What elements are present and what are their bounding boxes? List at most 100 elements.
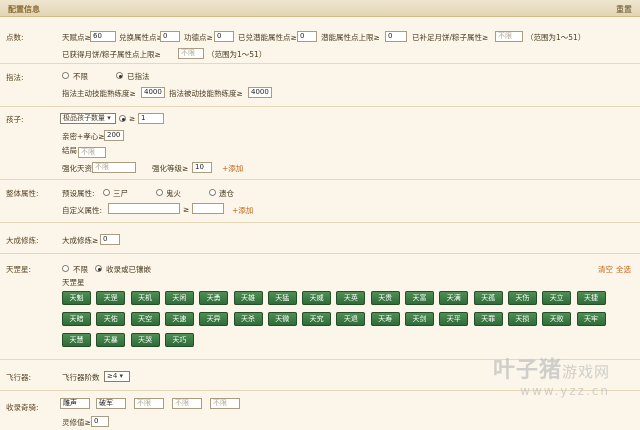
star-button[interactable]: 天剑 (405, 312, 434, 326)
xinfa-any-radio[interactable] (62, 72, 69, 79)
watermark: 叶子猪游戏网 www.yzz.cn (493, 352, 610, 398)
star-button[interactable]: 天捷 (576, 291, 606, 305)
xinfa-any-label: 不限 (73, 72, 88, 81)
tiangang-sub-label: 天罡星 (62, 278, 85, 287)
aircraft-select[interactable]: ≥4 ▾ (104, 371, 130, 382)
dacheng-input[interactable]: 0 (100, 234, 120, 245)
star-button[interactable]: 天勇 (199, 291, 229, 305)
star-button[interactable]: 天魁 (62, 291, 91, 305)
star-button[interactable]: 天败 (542, 312, 572, 326)
child-fav-input[interactable]: 200 (104, 130, 124, 141)
collection-slot-2[interactable]: 破军 (96, 398, 126, 409)
tiangang-all-link[interactable]: 全选 (616, 264, 631, 275)
child-count-input[interactable]: 1 (138, 113, 164, 124)
child-type-select[interactable]: 极品孩子数量 ▾ (60, 113, 116, 124)
potential-cap-label: 潜能属性点上限≥ (321, 33, 380, 42)
child-ending-input[interactable]: 不限 (78, 147, 106, 158)
tiangang-label: 天罡星: (6, 265, 32, 274)
star-button[interactable]: 天罡 (96, 291, 126, 305)
star-button[interactable]: 天暗 (62, 312, 91, 326)
preset-opt2-radio[interactable] (156, 189, 163, 196)
dacheng-label: 大成修炼: (6, 236, 39, 245)
star-button[interactable]: 天速 (164, 312, 194, 326)
custom-attr-input[interactable] (108, 203, 180, 214)
star-button[interactable]: 天牢 (576, 312, 606, 326)
star-button[interactable]: 天慧 (62, 333, 91, 347)
preset-opt3-radio[interactable] (209, 189, 216, 196)
mooncake-label: 已补足月饼/粽子属性≥ (412, 33, 489, 42)
collection-slot-1[interactable]: 雕声 (60, 398, 90, 409)
xinfa-section: 指法: 不限 已指法 指法主动技能熟练度≥ 4000 指法被动技能熟练度≥ 40… (0, 65, 640, 107)
lingxiu-input[interactable]: 0 (91, 416, 109, 427)
star-button[interactable]: 天哭 (130, 333, 160, 347)
overall-add-link[interactable]: +添加 (232, 205, 253, 216)
custom-ge-sign: ≥ (183, 205, 190, 214)
xinfa-passive-input[interactable]: 4000 (248, 87, 272, 98)
child-level-input[interactable]: 10 (192, 162, 212, 173)
overall-preset-label: 预设属性: (62, 189, 95, 198)
star-button[interactable]: 天雄 (233, 291, 263, 305)
star-button[interactable]: 天猛 (267, 291, 297, 305)
star-button[interactable]: 天平 (439, 312, 469, 326)
star-button[interactable]: 天威 (302, 291, 332, 305)
star-button[interactable]: 天微 (267, 312, 297, 326)
star-button[interactable]: 天满 (439, 291, 469, 305)
potential-cap-input[interactable]: 0 (385, 31, 407, 42)
custom-value-input[interactable] (192, 203, 224, 214)
star-button[interactable]: 天佑 (96, 312, 126, 326)
watermark-url: www.yzz.cn (520, 384, 610, 398)
star-button[interactable]: 天空 (130, 312, 160, 326)
points-label: 点数: (6, 33, 24, 42)
collection-slot-5[interactable]: 不限 (210, 398, 240, 409)
tiangang-any-radio[interactable] (62, 265, 69, 272)
tiangang-collected-radio[interactable] (95, 265, 102, 272)
star-button[interactable]: 天退 (336, 312, 366, 326)
reset-button[interactable]: 重置 (616, 4, 632, 15)
star-button[interactable]: 天巧 (164, 333, 194, 347)
skill-input[interactable]: 0 (214, 31, 234, 42)
star-button[interactable]: 天杀 (233, 312, 263, 326)
child-level-label: 强化等级≥ (152, 164, 189, 173)
dacheng-section: 大成修炼: 大成修炼≥ 0 (0, 224, 640, 254)
mooncake-cap-label: 已获得月饼/粽子属性点上限≥ (62, 50, 161, 59)
watermark-sub: 游戏网 (561, 363, 610, 381)
star-button[interactable]: 天异 (199, 312, 229, 326)
child-add-link[interactable]: +添加 (222, 163, 243, 174)
mooncake-input[interactable]: 不限 (495, 31, 523, 42)
star-button[interactable]: 天立 (542, 291, 572, 305)
exchange-input[interactable]: 0 (160, 31, 180, 42)
star-button[interactable]: 天寿 (370, 312, 400, 326)
star-button[interactable]: 天富 (405, 291, 434, 305)
collection-slot-4[interactable]: 不限 (172, 398, 202, 409)
star-button[interactable]: 天损 (507, 312, 537, 326)
child-ge-sign: ≥ (129, 114, 136, 123)
xinfa-has-label: 已指法 (127, 72, 150, 81)
tiangang-clear-link[interactable]: 清空 (598, 264, 613, 275)
talent-input[interactable]: 60 (90, 31, 116, 42)
preset-opt1-label: 三尸 (113, 189, 128, 198)
collection-slot-3[interactable]: 不限 (134, 398, 164, 409)
child-fav-label: 亲密+孝心≥ (62, 132, 105, 141)
star-button[interactable]: 天机 (130, 291, 160, 305)
child-talent-input[interactable]: 不限 (92, 162, 136, 173)
child-count-radio[interactable] (119, 115, 126, 122)
mooncake-cap-input[interactable]: 不限 (178, 48, 204, 59)
star-button[interactable]: 天闲 (164, 291, 194, 305)
overall-label: 整体属性: (6, 189, 39, 198)
range-hint-1: （范围为1～51） (526, 33, 586, 42)
config-header: 配置信息 重置 (0, 0, 640, 17)
star-button[interactable]: 天伤 (507, 291, 537, 305)
xinfa-has-radio[interactable] (116, 72, 123, 79)
preset-opt1-radio[interactable] (103, 189, 110, 196)
exchange-label: 兑换属性点≥ (119, 33, 163, 42)
star-button[interactable]: 天暴 (96, 333, 126, 347)
aircraft-inner-label: 飞行器阶数 (62, 373, 100, 382)
star-button[interactable]: 天贵 (370, 291, 400, 305)
potential-input[interactable]: 0 (297, 31, 317, 42)
star-button[interactable]: 天英 (336, 291, 366, 305)
star-button[interactable]: 天究 (302, 312, 332, 326)
star-button[interactable]: 天罪 (473, 312, 503, 326)
child-label: 孩子: (6, 115, 24, 124)
star-button[interactable]: 天孤 (473, 291, 503, 305)
xinfa-active-input[interactable]: 4000 (141, 87, 165, 98)
